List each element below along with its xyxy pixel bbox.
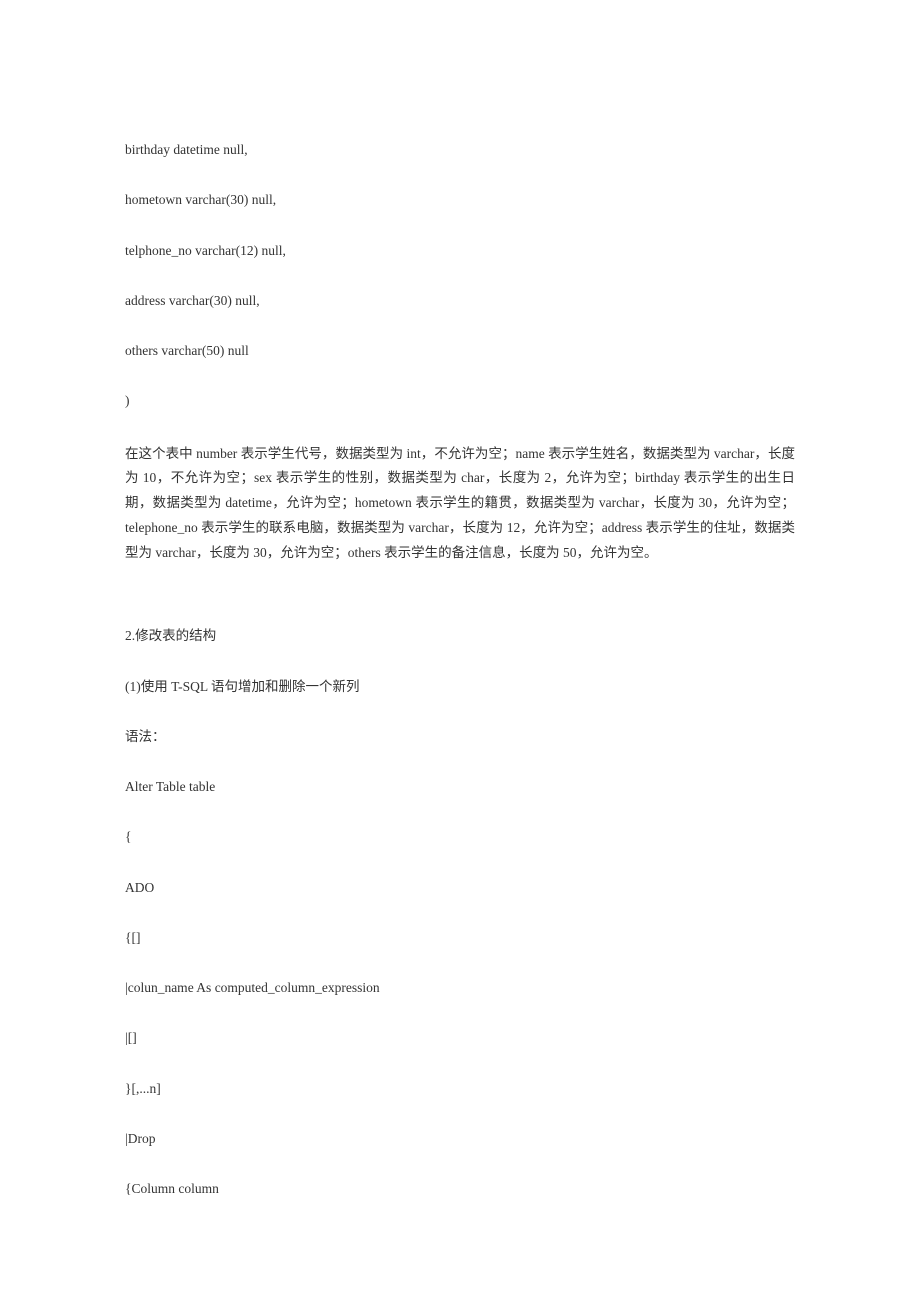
code-line: ) [125, 391, 795, 411]
syntax-line: { [125, 827, 795, 847]
document-page: birthday datetime null, hometown varchar… [0, 0, 920, 1309]
code-line: hometown varchar(30) null, [125, 190, 795, 210]
syntax-line: }[,...n] [125, 1079, 795, 1099]
syntax-line: {Column column [125, 1179, 795, 1199]
section-heading: 2.修改表的结构 [125, 626, 795, 646]
syntax-line: |Drop [125, 1129, 795, 1149]
code-line: address varchar(30) null, [125, 291, 795, 311]
code-line: birthday datetime null, [125, 140, 795, 160]
code-line: others varchar(50) null [125, 341, 795, 361]
syntax-label: 语法： [125, 727, 795, 747]
syntax-line: {[] [125, 928, 795, 948]
syntax-line: |[] [125, 1028, 795, 1048]
syntax-line: |colun_name As computed_column_expressio… [125, 978, 795, 998]
syntax-line: Alter Table table [125, 777, 795, 797]
description-paragraph: 在这个表中 number 表示学生代号，数据类型为 int，不允许为空；name… [125, 442, 795, 567]
subsection-heading: (1)使用 T-SQL 语句增加和删除一个新列 [125, 677, 795, 697]
syntax-line: ADO [125, 878, 795, 898]
code-line: telphone_no varchar(12) null, [125, 241, 795, 261]
